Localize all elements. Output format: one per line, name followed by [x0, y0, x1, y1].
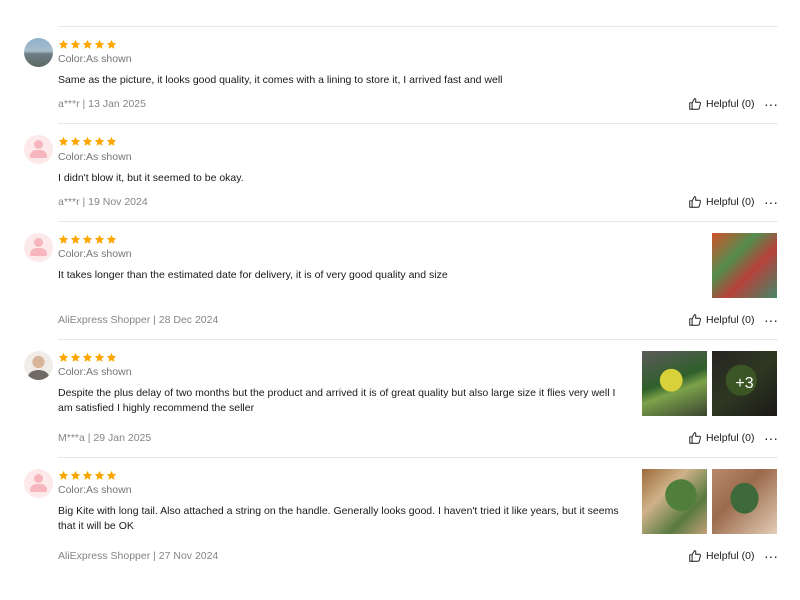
- review-photo[interactable]: [712, 233, 777, 298]
- thumbs-up-icon: [688, 97, 702, 111]
- star-icon: [94, 470, 105, 481]
- star-icon: [58, 234, 69, 245]
- review-meta: M***a | 29 Jan 2025: [58, 432, 152, 444]
- review-text: I didn't blow it, but it seemed to be ok…: [58, 172, 244, 184]
- divider: [58, 339, 778, 340]
- star-rating: [58, 136, 117, 148]
- star-icon: [94, 136, 105, 147]
- review-meta: a***r | 19 Nov 2024: [58, 196, 148, 208]
- star-icon: [106, 470, 117, 481]
- star-icon: [70, 470, 81, 481]
- review-sku: Color:As shown: [58, 248, 132, 260]
- avatar: [24, 38, 53, 67]
- helpful-button[interactable]: Helpful (0): [688, 549, 754, 563]
- more-options-icon[interactable]: ···: [764, 313, 778, 327]
- avatar: [24, 135, 53, 164]
- helpful-label: Helpful (0): [706, 196, 755, 208]
- avatar: [24, 233, 53, 262]
- star-rating: [58, 234, 117, 246]
- review-text: Despite the plus delay of two months but…: [58, 387, 616, 414]
- divider: [58, 26, 778, 27]
- star-icon: [70, 136, 81, 147]
- more-options-icon[interactable]: ···: [764, 549, 778, 563]
- star-icon: [58, 470, 69, 481]
- star-rating: [58, 39, 117, 51]
- review-sku: Color:As shown: [58, 366, 132, 378]
- star-icon: [106, 352, 117, 363]
- star-icon: [82, 352, 93, 363]
- review-sku: Color:As shown: [58, 53, 132, 65]
- review-text: Big Kite with long tail. Also attached a…: [58, 505, 619, 532]
- helpful-label: Helpful (0): [706, 98, 755, 110]
- star-icon: [58, 136, 69, 147]
- avatar: [24, 469, 53, 498]
- divider: [58, 221, 778, 222]
- helpful-button[interactable]: Helpful (0): [688, 431, 754, 445]
- star-icon: [82, 39, 93, 50]
- thumbs-up-icon: [688, 195, 702, 209]
- review-meta: AliExpress Shopper | 28 Dec 2024: [58, 314, 219, 326]
- review-meta: AliExpress Shopper | 27 Nov 2024: [58, 550, 219, 562]
- star-icon: [70, 352, 81, 363]
- star-icon: [58, 352, 69, 363]
- helpful-label: Helpful (0): [706, 432, 755, 444]
- review-sku: Color:As shown: [58, 484, 132, 496]
- review-text: Same as the picture, it looks good quali…: [58, 74, 503, 86]
- helpful-button[interactable]: Helpful (0): [688, 195, 754, 209]
- star-icon: [106, 39, 117, 50]
- review-list: Color:As shown Same as the picture, it l…: [0, 0, 800, 600]
- star-icon: [82, 234, 93, 245]
- review-photo[interactable]: +3: [712, 351, 777, 416]
- review-meta: a***r | 13 Jan 2025: [58, 98, 146, 110]
- star-icon: [82, 470, 93, 481]
- review-photo[interactable]: [642, 351, 707, 416]
- star-icon: [58, 39, 69, 50]
- star-icon: [94, 352, 105, 363]
- review-photo[interactable]: [712, 469, 777, 534]
- thumbs-up-icon: [688, 549, 702, 563]
- divider: [58, 123, 778, 124]
- thumbs-up-icon: [688, 431, 702, 445]
- helpful-label: Helpful (0): [706, 550, 755, 562]
- star-rating: [58, 470, 117, 482]
- star-icon: [70, 234, 81, 245]
- star-icon: [82, 136, 93, 147]
- more-options-icon[interactable]: ···: [764, 195, 778, 209]
- helpful-button[interactable]: Helpful (0): [688, 313, 754, 327]
- star-icon: [106, 234, 117, 245]
- review-photo[interactable]: [642, 469, 707, 534]
- helpful-button[interactable]: Helpful (0): [688, 97, 754, 111]
- helpful-label: Helpful (0): [706, 314, 755, 326]
- more-options-icon[interactable]: ···: [764, 431, 778, 445]
- more-options-icon[interactable]: ···: [764, 97, 778, 111]
- star-icon: [94, 39, 105, 50]
- star-rating: [58, 352, 117, 364]
- review-sku: Color:As shown: [58, 151, 132, 163]
- star-icon: [106, 136, 117, 147]
- divider: [58, 457, 778, 458]
- star-icon: [94, 234, 105, 245]
- more-photos-count: +3: [712, 351, 777, 416]
- thumbs-up-icon: [688, 313, 702, 327]
- avatar: [24, 351, 53, 380]
- star-icon: [70, 39, 81, 50]
- review-text: It takes longer than the estimated date …: [58, 269, 448, 281]
